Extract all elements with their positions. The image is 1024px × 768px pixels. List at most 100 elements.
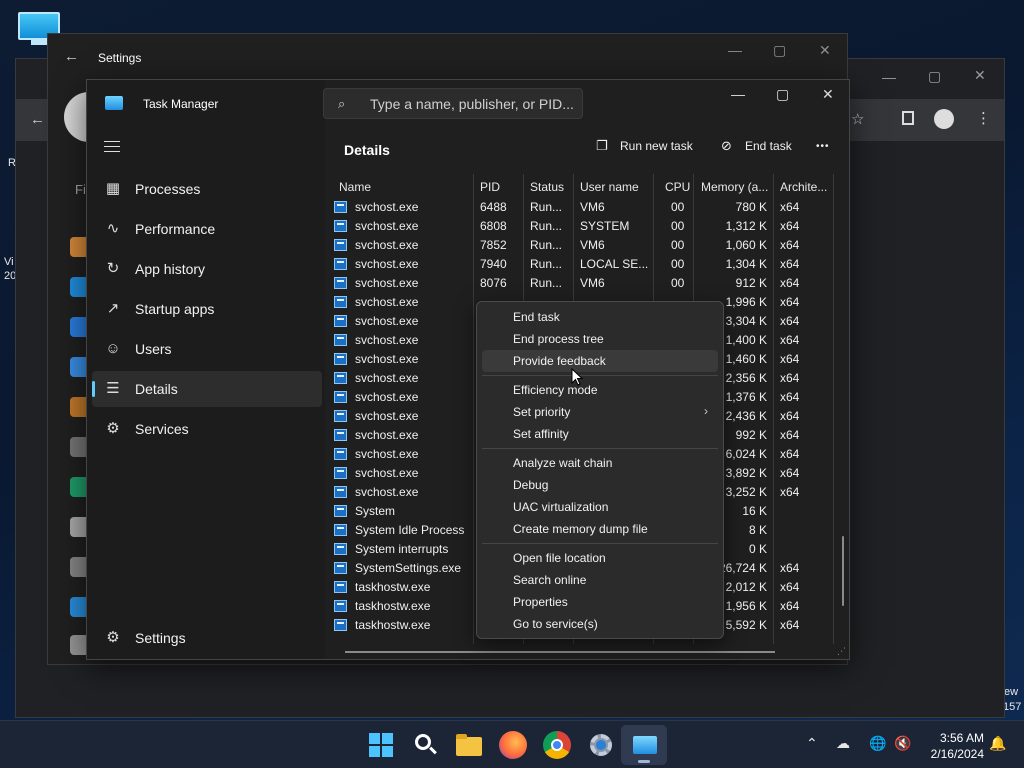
cell-name: svchost.exe [355, 257, 419, 271]
chrome-maximize-icon[interactable]: ▢ [928, 68, 941, 85]
end-task-button[interactable]: ⊘ End task [721, 138, 792, 162]
nav-processes[interactable]: ▦ Processes [92, 171, 322, 207]
menu-item-debug[interactable]: Debug [482, 474, 718, 496]
process-icon [334, 524, 347, 536]
volume-muted-icon[interactable]: 🔇 [894, 735, 911, 752]
menu-item-efficiency-mode[interactable]: Efficiency mode [482, 379, 718, 401]
cell-cpu: 00 [671, 238, 685, 252]
services-icon: ⚙ [106, 420, 120, 437]
process-icon [334, 600, 347, 612]
cell-name: svchost.exe [355, 219, 419, 233]
desktop-edge-text: 157 [1003, 701, 1022, 713]
cell-arch: x64 [780, 276, 800, 290]
show-hidden-icons-chevron-icon[interactable]: ⌃ [806, 735, 818, 752]
cell-name: svchost.exe [355, 428, 419, 442]
menu-item-end-process-tree[interactable]: End process tree [482, 328, 718, 350]
nav-settings[interactable]: ⚙ Settings [92, 620, 322, 656]
table-row[interactable]: svchost.exe 8076 Run... VM6 00 912 K x64 [329, 274, 835, 293]
file-explorer-icon[interactable] [455, 731, 483, 759]
more-options-button[interactable]: ••• [816, 141, 830, 165]
mouse-cursor-icon [571, 368, 583, 386]
menu-item-label: Open file location [513, 551, 606, 565]
settings-back-icon[interactable]: ← [64, 48, 79, 65]
network-globe-icon[interactable]: 🌐 [869, 735, 886, 752]
settings-close-icon[interactable]: ✕ [819, 42, 831, 59]
cell-name: svchost.exe [355, 390, 419, 404]
notifications-bell-icon[interactable]: 🔔 [989, 735, 1006, 752]
menu-item-properties[interactable]: Properties [482, 591, 718, 613]
process-search-input[interactable] [370, 94, 575, 114]
cell-name: System Idle Process [355, 523, 465, 537]
chrome-back-icon[interactable]: ← [30, 111, 45, 128]
task-manager-window[interactable]: Task Manager ▦ Processes ∿ Performance ↻… [86, 79, 850, 660]
vertical-scrollbar[interactable] [842, 536, 844, 606]
cell-status: Run... [530, 238, 563, 252]
cell-user: SYSTEM [580, 219, 630, 233]
hamburger-menu-icon[interactable] [104, 141, 120, 156]
cell-arch: x64 [780, 599, 800, 613]
performance-icon: ∿ [106, 220, 120, 237]
settings-minimize-icon[interactable]: ― [728, 42, 742, 58]
nav-performance[interactable]: ∿ Performance [92, 211, 322, 247]
menu-item-open-file-location[interactable]: Open file location [482, 547, 718, 569]
resize-grip-icon[interactable]: ⋰ [837, 646, 846, 657]
table-row[interactable]: svchost.exe 6488 Run... VM6 00 780 K x64 [329, 198, 835, 217]
task-manager-icon[interactable] [631, 731, 659, 759]
run-new-task-button[interactable]: ❐ Run new task [596, 138, 693, 162]
nav-startup-apps[interactable]: ↗ Startup apps [92, 291, 322, 327]
profile-avatar-icon[interactable] [934, 109, 954, 129]
nav-services[interactable]: ⚙ Services [92, 411, 322, 447]
menu-item-search-online[interactable]: Search online [482, 569, 718, 591]
cell-name: svchost.exe [355, 276, 419, 290]
process-icon [334, 391, 347, 403]
page-title: Details [344, 142, 390, 158]
cell-user: LOCAL SE... [580, 257, 649, 271]
chrome-menu-icon[interactable]: ⋮ [976, 109, 991, 127]
bookmark-star-icon[interactable]: ☆ [851, 110, 864, 128]
chrome-minimize-icon[interactable]: ― [882, 69, 896, 85]
process-icon [334, 220, 347, 232]
nav-label: Startup apps [135, 301, 215, 317]
menu-item-set-affinity[interactable]: Set affinity [482, 423, 718, 445]
cell-user: VM6 [580, 238, 605, 252]
tm-minimize-icon[interactable]: ― [731, 86, 745, 102]
process-icon [334, 258, 347, 270]
nav-users[interactable]: ☺ Users [92, 331, 322, 367]
settings-icon[interactable] [587, 731, 615, 759]
tm-maximize-icon[interactable]: ▢ [776, 86, 789, 103]
horizontal-scrollbar[interactable] [345, 651, 775, 653]
chrome-icon[interactable] [543, 731, 571, 759]
cell-name: svchost.exe [355, 295, 419, 309]
search-icon[interactable] [411, 731, 439, 759]
tm-close-icon[interactable]: ✕ [822, 86, 834, 103]
table-row[interactable]: svchost.exe 6808 Run... SYSTEM 00 1,312 K x64 [329, 217, 835, 236]
menu-item-go-to-service-s[interactable]: Go to service(s) [482, 613, 718, 635]
button-label: End task [745, 139, 792, 153]
onedrive-icon[interactable]: ☁ [836, 735, 850, 752]
start-icon[interactable] [367, 731, 395, 759]
menu-item-analyze-wait-chain[interactable]: Analyze wait chain [482, 452, 718, 474]
table-row[interactable]: svchost.exe 7940 Run... LOCAL SE... 00 1,304 … [329, 255, 835, 274]
cell-name: svchost.exe [355, 352, 419, 366]
settings-maximize-icon[interactable]: ▢ [773, 42, 786, 59]
cell-name: svchost.exe [355, 314, 419, 328]
menu-item-uac-virtualization[interactable]: UAC virtualization [482, 496, 718, 518]
menu-item-end-task[interactable]: End task [482, 306, 718, 328]
menu-item-create-memory-dump-file[interactable]: Create memory dump file [482, 518, 718, 540]
nav-label: Processes [135, 181, 201, 197]
nav-app-history[interactable]: ↻ App history [92, 251, 322, 287]
cell-arch: x64 [780, 314, 800, 328]
menu-item-provide-feedback[interactable]: Provide feedback [482, 350, 718, 372]
taskbar-clock[interactable]: 3:56 AM 2/16/2024 [924, 730, 984, 762]
process-search-box[interactable]: ⌕ [323, 88, 583, 119]
settings-search-partial[interactable]: Fi [75, 182, 86, 197]
side-panel-icon[interactable] [902, 111, 914, 125]
cell-arch: x64 [780, 200, 800, 214]
cell-arch: x64 [780, 390, 800, 404]
table-row[interactable]: svchost.exe 7852 Run... VM6 00 1,060 K x64 [329, 236, 835, 255]
chrome-close-icon[interactable]: ✕ [974, 67, 986, 84]
process-icon [334, 581, 347, 593]
nav-details[interactable]: ☰ Details [92, 371, 322, 407]
menu-item-set-priority[interactable]: Set priority › [482, 401, 718, 423]
firefox-icon[interactable] [499, 731, 527, 759]
